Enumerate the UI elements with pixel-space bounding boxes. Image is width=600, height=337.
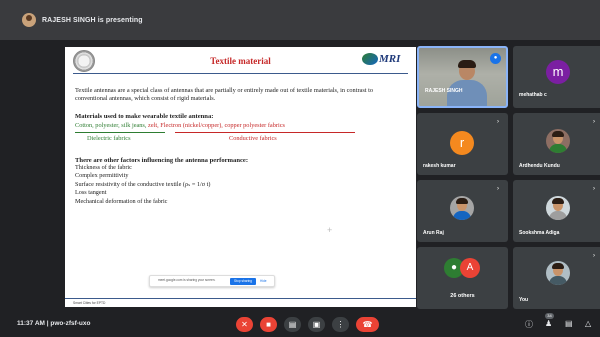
participant-name: Sookshma Adiga	[519, 230, 560, 236]
slide-intro: Textile antennas are a special class of …	[75, 87, 374, 103]
slide-body: Textile antennas are a special class of …	[75, 87, 406, 206]
meeting-code: pwo-zfsf-uxo	[50, 320, 91, 327]
participant-tile-ardhendu-kundu[interactable]: › Ardhendu Kundu	[513, 113, 600, 175]
activities-icon[interactable]: △	[585, 319, 591, 328]
mri-logo: MRI	[362, 51, 408, 67]
participant-tile-rakesh-kumar[interactable]: › r rakesh kumar	[417, 113, 508, 175]
avatar: m	[546, 60, 570, 84]
participant-tile-rajesh-singh[interactable]: ● RAJESH SINGH	[417, 46, 508, 108]
participant-video-body	[447, 80, 487, 106]
participant-name: Arun Raj	[423, 230, 444, 236]
muted-icon: ›	[593, 253, 595, 259]
avatar	[546, 196, 570, 220]
others-avatar-letter: A	[460, 258, 480, 278]
factor-item: Mechanical deformation of the fabric	[75, 197, 168, 205]
more-options-button[interactable]: ⋮	[332, 317, 349, 332]
avatar	[450, 196, 474, 220]
present-screen-button[interactable]: ▣	[308, 317, 325, 332]
mri-logo-swirl-icon	[362, 53, 378, 65]
factor-item: Loss tangent	[75, 189, 107, 197]
camera-off-button[interactable]: ■	[260, 317, 277, 332]
conductive-label: Conductive fabrics	[229, 134, 277, 142]
conductive-bar	[175, 131, 355, 133]
muted-icon: ›	[593, 186, 595, 192]
materials-heading: Materials used to make wearable textile …	[75, 112, 214, 120]
captions-button[interactable]: ▤	[284, 317, 301, 332]
slide-header: Textile material MRI	[65, 47, 416, 73]
factors-heading: There are other factors influencing the …	[75, 156, 249, 164]
participant-name: RAJESH SINGH	[425, 88, 463, 94]
stop-sharing-button[interactable]: Stop sharing	[230, 278, 256, 285]
participant-name: Ardhendu Kundu	[519, 163, 560, 169]
mic-off-button[interactable]: ✕	[236, 317, 253, 332]
fabric-category-bars: Dielectric fabrics Conductive fabrics	[75, 131, 406, 145]
factor-item: Complex permittivity	[75, 172, 129, 180]
presenting-text: RAJESH SINGH is presenting	[42, 16, 143, 24]
meeting-details-icon[interactable]: ⓘ	[525, 319, 533, 330]
participant-name: mehathab c	[519, 92, 547, 98]
participant-name: rakesh kumar	[423, 163, 456, 169]
clock-time: 11:37 AM	[17, 320, 45, 327]
meeting-info: 11:37 AM | pwo-zfsf-uxo	[17, 320, 90, 327]
meet-window: RAJESH SINGH is presenting Textile mater…	[0, 0, 600, 337]
participant-video-hair	[458, 60, 476, 68]
participant-tile-mehathab[interactable]: m mehathab c	[513, 46, 600, 108]
chat-icon[interactable]: ▤	[565, 319, 573, 328]
mri-logo-text: MRI	[379, 53, 401, 65]
factor-item: Thickness of the fabric	[75, 163, 132, 171]
muted-icon: ›	[593, 119, 595, 125]
presenter-avatar	[22, 13, 36, 27]
participant-name: You	[519, 297, 529, 303]
share-notice-text: meet.google.com is sharing your screen.	[158, 278, 216, 282]
participant-tile-you[interactable]: › You	[513, 247, 600, 309]
avatar	[546, 129, 570, 153]
people-count-badge: 34	[545, 313, 554, 319]
hide-share-bar-button[interactable]: Hide	[260, 278, 267, 285]
avatar: r	[450, 131, 474, 155]
dielectric-label: Dielectric fabrics	[87, 134, 131, 142]
info-separator: |	[46, 320, 49, 327]
participant-tile-sookshma-adiga[interactable]: › Sookshma Adiga	[513, 180, 600, 242]
fabric-list: Cotton, polyester, silk jeans, zelt, Fle…	[75, 122, 406, 129]
screen-share-notice: meet.google.com is sharing your screen. …	[149, 275, 275, 287]
dielectric-bar	[75, 131, 165, 133]
leave-call-button[interactable]: ☎	[356, 317, 379, 332]
muted-icon: ›	[497, 186, 499, 192]
people-icon[interactable]: ♟	[545, 319, 552, 328]
participant-tile-arun-raj[interactable]: › Arun Raj	[417, 180, 508, 242]
conductive-list: zelt, Flectron (nickel/copper), copper p…	[148, 121, 285, 129]
shared-screen: Textile material MRI Textile antennas ar…	[65, 47, 416, 307]
title-divider	[73, 73, 408, 74]
dielectric-list: Cotton, polyester, silk jeans,	[75, 121, 147, 129]
others-count: 26 others	[450, 293, 475, 299]
slide-footer-text: Smart Cities for EPTD	[73, 301, 106, 305]
factors-list: Thickness of the fabric Complex permitti…	[75, 164, 406, 207]
avatar	[546, 261, 570, 285]
muted-icon: ›	[497, 119, 499, 125]
speaking-indicator-icon: ●	[490, 53, 501, 64]
presenting-banner: RAJESH SINGH is presenting	[0, 0, 600, 40]
participant-tile-others[interactable]: ● A 26 others	[417, 247, 508, 309]
control-bar: 11:37 AM | pwo-zfsf-uxo ✕ ■ ▤ ▣ ⋮ ☎ ⓘ ♟ …	[0, 312, 600, 337]
cursor-crosshair-icon: +	[327, 225, 333, 235]
factor-item: Surface resistivity of the conductive te…	[75, 180, 211, 188]
slide-footer: Smart Cities for EPTD	[65, 298, 416, 307]
